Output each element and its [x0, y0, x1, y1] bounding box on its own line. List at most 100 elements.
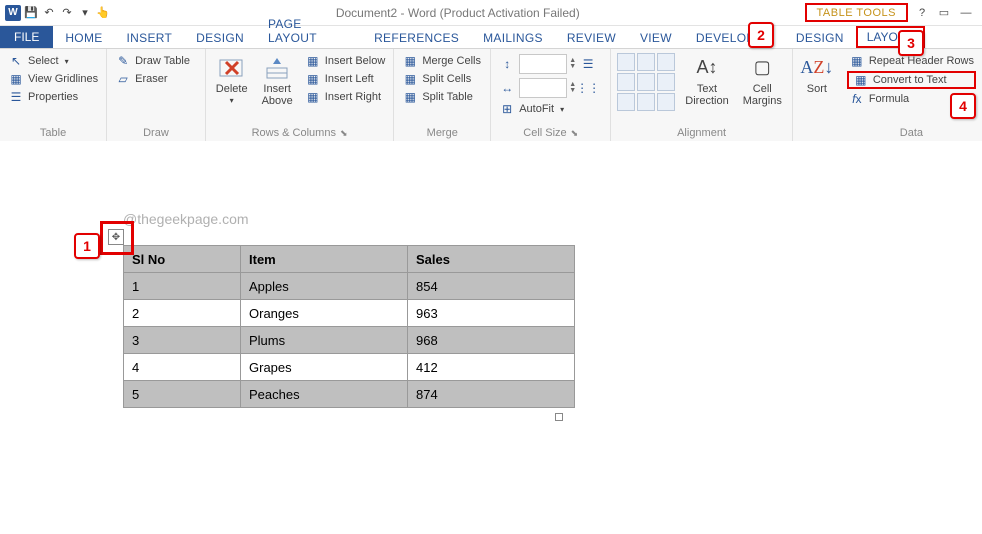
align-bot-center[interactable] [637, 93, 655, 111]
insert-above-button[interactable]: Insert Above [258, 53, 297, 109]
touch-mode-icon[interactable]: 👆 [95, 5, 111, 21]
file-tab[interactable]: FILE [0, 26, 53, 48]
insert-below-icon: ▦ [305, 54, 321, 68]
repeat-header-icon: ▦ [849, 54, 865, 68]
align-mid-left[interactable] [617, 73, 635, 91]
properties-button[interactable]: ☰Properties [6, 89, 100, 105]
autofit-button[interactable]: ⊞AutoFit▾ [497, 101, 604, 117]
page-layout-tab[interactable]: PAGE LAYOUT [256, 13, 362, 48]
ribbon-options-icon[interactable]: ▭ [936, 5, 952, 21]
view-tab[interactable]: VIEW [628, 27, 684, 48]
col-header-item[interactable]: Item [241, 246, 408, 273]
dialog-launcher-icon[interactable]: ⬊ [340, 128, 348, 139]
align-bot-right[interactable] [657, 93, 675, 111]
eraser-button[interactable]: ▱Eraser [113, 71, 199, 87]
save-icon[interactable]: 💾 [23, 5, 39, 21]
table-cell[interactable]: 963 [408, 300, 575, 327]
distribute-cols-icon[interactable]: ⋮⋮ [580, 81, 596, 95]
table-cell[interactable]: 4 [124, 354, 241, 381]
group-draw: ✎Draw Table ▱Eraser Draw [107, 49, 206, 141]
select-button[interactable]: ↖Select▾ [6, 53, 100, 69]
table-row[interactable]: 3Plums968 [124, 327, 575, 354]
design-tab[interactable]: DESIGN [184, 27, 256, 48]
sort-button[interactable]: AZ↓ Sort [799, 53, 835, 97]
document-area[interactable]: @thegeekpage.com Sl No Item Sales 1Apple… [0, 141, 982, 534]
group-label-data: Data [847, 126, 976, 139]
insert-left-button[interactable]: ▦Insert Left [303, 71, 388, 87]
group-table: ↖Select▾ ▦View Gridlines ☰Properties Tab… [0, 49, 107, 141]
references-tab[interactable]: REFERENCES [362, 27, 471, 48]
align-mid-center[interactable] [637, 73, 655, 91]
table-cell[interactable]: Plums [241, 327, 408, 354]
merge-icon: ▦ [402, 54, 418, 68]
table-cell[interactable]: 874 [408, 381, 575, 408]
table-cell[interactable]: Grapes [241, 354, 408, 381]
cell-margins-icon: ▢ [748, 55, 776, 81]
insert-right-button[interactable]: ▦Insert Right [303, 89, 388, 105]
insert-below-button[interactable]: ▦Insert Below [303, 53, 388, 69]
table-cell[interactable]: 5 [124, 381, 241, 408]
group-cell-size: ↕ ▲▼ ☰ ↔ ▲▼ ⋮⋮ ⊞AutoFit▾ Cell Size⬊ [491, 49, 611, 141]
text-direction-icon: A↕ [693, 55, 721, 81]
col-header-sales[interactable]: Sales [408, 246, 575, 273]
col-width-input[interactable] [519, 78, 567, 98]
row-height-field[interactable]: ↕ ▲▼ ☰ [497, 53, 604, 75]
align-top-right[interactable] [657, 53, 675, 71]
text-direction-button[interactable]: A↕ Text Direction [681, 53, 732, 109]
table-cell[interactable]: 968 [408, 327, 575, 354]
table-cell[interactable]: Peaches [241, 381, 408, 408]
table-cell[interactable]: Apples [241, 273, 408, 300]
align-top-left[interactable] [617, 53, 635, 71]
spinner-icon[interactable]: ▲▼ [569, 58, 576, 70]
table-row[interactable]: 1Apples854 [124, 273, 575, 300]
dialog-launcher-icon[interactable]: ⬊ [571, 128, 579, 139]
callout-4: 4 [950, 93, 976, 119]
convert-icon: ▦ [853, 73, 869, 87]
insert-tab[interactable]: INSERT [115, 27, 185, 48]
table-row[interactable]: 5Peaches874 [124, 381, 575, 408]
table-cell[interactable]: 3 [124, 327, 241, 354]
col-width-field[interactable]: ↔ ▲▼ ⋮⋮ [497, 77, 604, 99]
table-cell[interactable]: 1 [124, 273, 241, 300]
col-header-sl[interactable]: Sl No [124, 246, 241, 273]
table-cell[interactable]: Oranges [241, 300, 408, 327]
qat-customize-icon[interactable]: ▾ [77, 5, 93, 21]
cursor-icon: ↖ [8, 54, 24, 68]
formula-icon: fx [849, 92, 865, 106]
align-top-center[interactable] [637, 53, 655, 71]
autofit-icon: ⊞ [499, 102, 515, 116]
table-cell[interactable]: 2 [124, 300, 241, 327]
delete-table-icon [218, 55, 246, 81]
review-tab[interactable]: REVIEW [555, 27, 628, 48]
cell-margins-button[interactable]: ▢ Cell Margins [739, 53, 786, 109]
convert-to-text-button[interactable]: ▦Convert to Text [847, 71, 976, 89]
table-move-handle[interactable]: ✥ [108, 229, 124, 245]
redo-icon[interactable]: ↷ [59, 5, 75, 21]
align-mid-right[interactable] [657, 73, 675, 91]
align-bot-left[interactable] [617, 93, 635, 111]
group-label-draw: Draw [113, 126, 199, 139]
row-height-input[interactable] [519, 54, 567, 74]
table-cell[interactable]: 854 [408, 273, 575, 300]
undo-icon[interactable]: ↶ [41, 5, 57, 21]
table-design-tab[interactable]: DESIGN [784, 27, 856, 48]
table-cell[interactable]: 412 [408, 354, 575, 381]
table-row[interactable]: 2Oranges963 [124, 300, 575, 327]
draw-table-button[interactable]: ✎Draw Table [113, 53, 199, 69]
data-table[interactable]: Sl No Item Sales 1Apples8542Oranges9633P… [123, 245, 575, 408]
table-row[interactable]: 4Grapes412 [124, 354, 575, 381]
group-label-alignment: Alignment [617, 126, 786, 139]
minimize-icon[interactable]: — [958, 5, 974, 21]
split-table-button[interactable]: ▦Split Table [400, 89, 484, 105]
table-resize-handle[interactable] [555, 413, 563, 421]
help-icon[interactable]: ? [914, 5, 930, 21]
split-cells-button[interactable]: ▦Split Cells [400, 71, 484, 87]
view-gridlines-button[interactable]: ▦View Gridlines [6, 71, 100, 87]
delete-button[interactable]: Delete▾ [212, 53, 252, 108]
mailings-tab[interactable]: MAILINGS [471, 27, 555, 48]
ribbon-tabs: FILE HOME INSERT DESIGN PAGE LAYOUT REFE… [0, 26, 982, 49]
home-tab[interactable]: HOME [53, 27, 114, 48]
distribute-rows-icon[interactable]: ☰ [580, 57, 596, 71]
spinner-icon[interactable]: ▲▼ [569, 82, 576, 94]
merge-cells-button[interactable]: ▦Merge Cells [400, 53, 484, 69]
